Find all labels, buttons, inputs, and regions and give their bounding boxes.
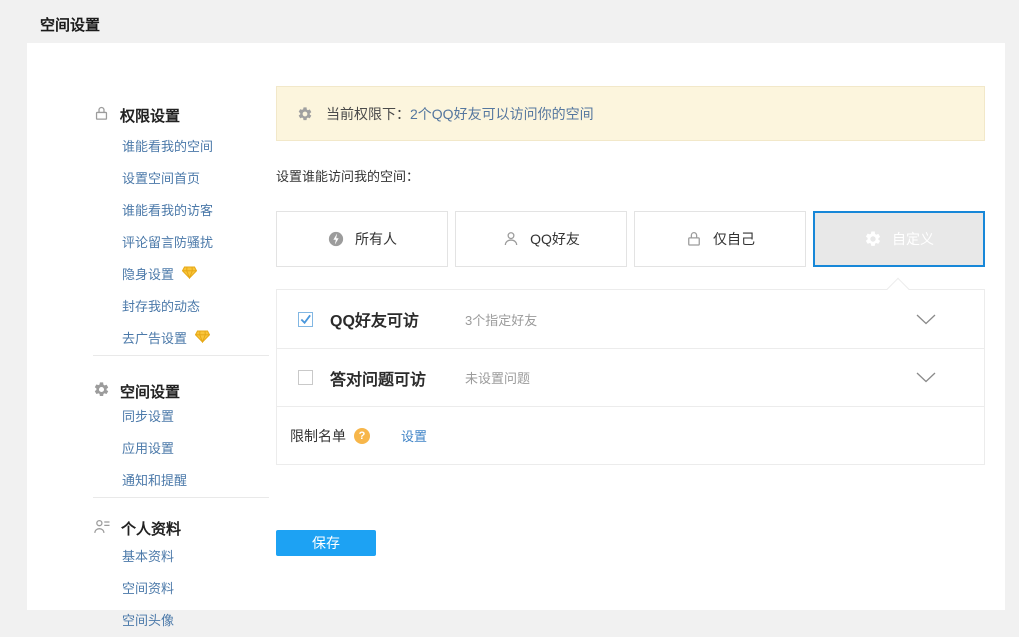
access-option-label: 仅自己 bbox=[713, 229, 755, 249]
sidebar-item-comment-antispam[interactable]: 评论留言防骚扰 bbox=[122, 227, 269, 259]
notice-text: 当前权限下：2个QQ好友可以访问你的空间 bbox=[326, 104, 594, 124]
access-option-label: 自定义 bbox=[892, 229, 934, 249]
restricted-list-row: 限制名单 ? 设置 bbox=[277, 406, 984, 464]
row-detail: 未设置问题 bbox=[465, 368, 530, 387]
sidebar-item-label: 设置空间首页 bbox=[122, 163, 200, 195]
sidebar-list-profile: 基本资料 空间资料 空间头像 bbox=[122, 541, 269, 637]
save-button[interactable]: 保存 bbox=[276, 530, 376, 556]
sidebar-item-label: 谁能看我的空间 bbox=[122, 131, 213, 163]
sidebar-item-label: 基本资料 bbox=[122, 541, 174, 573]
qq-friends-access-checkbox[interactable] bbox=[298, 312, 313, 327]
row-detail: 3个指定好友 bbox=[465, 310, 537, 329]
access-option-everyone[interactable]: 所有人 bbox=[276, 211, 448, 267]
sidebar-section-title: 空间设置 bbox=[120, 381, 180, 402]
lock-icon bbox=[93, 105, 110, 126]
access-option-qq-friends[interactable]: QQ好友 bbox=[455, 211, 627, 267]
sidebar-divider bbox=[93, 355, 269, 356]
lock-icon bbox=[685, 230, 703, 248]
diamond-icon bbox=[195, 323, 210, 355]
sidebar-item-label: 空间资料 bbox=[122, 573, 174, 605]
restricted-list-set-link[interactable]: 设置 bbox=[401, 426, 427, 445]
sidebar-item-homepage-setting[interactable]: 设置空间首页 bbox=[122, 163, 269, 195]
sidebar-item-label: 隐身设置 bbox=[122, 259, 174, 291]
gear-icon bbox=[93, 381, 110, 402]
access-option-label: 所有人 bbox=[355, 229, 397, 249]
sidebar-item-basic-profile[interactable]: 基本资料 bbox=[122, 541, 269, 573]
sidebar-item-space-avatar[interactable]: 空间头像 bbox=[122, 605, 269, 637]
sidebar-item-label: 封存我的动态 bbox=[122, 291, 200, 323]
notice-highlight: 2个QQ好友可以访问你的空间 bbox=[410, 106, 594, 122]
access-option-row: 所有人 QQ好友 仅自己 自定义 bbox=[276, 211, 985, 267]
access-option-label: QQ好友 bbox=[530, 229, 580, 249]
row-label: 答对问题可访 bbox=[330, 366, 465, 390]
sidebar-item-label: 应用设置 bbox=[122, 433, 174, 465]
help-icon[interactable]: ? bbox=[354, 428, 370, 444]
access-setting-label: 设置谁能访问我的空间： bbox=[276, 166, 419, 185]
sidebar-item-label: 谁能看我的访客 bbox=[122, 195, 213, 227]
row-label: QQ好友可访 bbox=[330, 307, 465, 331]
sidebar-item-who-can-see-my-space[interactable]: 谁能看我的空间 bbox=[122, 131, 269, 163]
sidebar-item-who-can-see-my-visitors[interactable]: 谁能看我的访客 bbox=[122, 195, 269, 227]
sidebar-item-archive-my-feeds[interactable]: 封存我的动态 bbox=[122, 291, 269, 323]
diamond-icon bbox=[182, 259, 197, 291]
restricted-list-label: 限制名单 bbox=[290, 426, 346, 446]
sidebar-item-ad-removal-setting[interactable]: 去广告设置 bbox=[122, 323, 269, 355]
sidebar-list-permissions: 谁能看我的空间 设置空间首页 谁能看我的访客 评论留言防骚扰 隐身设置 封存我的… bbox=[122, 131, 269, 355]
person-icon bbox=[502, 230, 520, 248]
chevron-down-icon[interactable] bbox=[916, 372, 936, 383]
sidebar-item-label: 评论留言防骚扰 bbox=[122, 227, 213, 259]
sidebar-section-profile: 个人资料 bbox=[93, 519, 269, 537]
page-title: 空间设置 bbox=[40, 14, 100, 35]
sidebar-item-label: 同步设置 bbox=[122, 401, 174, 433]
gear-icon bbox=[297, 106, 313, 122]
profile-icon bbox=[93, 518, 111, 539]
sidebar-section-title: 权限设置 bbox=[120, 105, 180, 126]
custom-access-panel: QQ好友可访 3个指定好友 答对问题可访 未设置问题 限制名单 ? 设置 bbox=[276, 289, 985, 465]
sidebar-item-app-settings[interactable]: 应用设置 bbox=[122, 433, 269, 465]
sidebar: 权限设置 谁能看我的空间 设置空间首页 谁能看我的访客 评论留言防骚扰 隐身设置… bbox=[93, 106, 269, 637]
globe-icon bbox=[327, 230, 345, 248]
question-access-checkbox[interactable] bbox=[298, 370, 313, 385]
access-option-only-me[interactable]: 仅自己 bbox=[634, 211, 806, 267]
notice-prefix: 当前权限下： bbox=[326, 106, 410, 122]
sidebar-section-title: 个人资料 bbox=[121, 518, 181, 539]
question-access-row: 答对问题可访 未设置问题 bbox=[277, 348, 984, 406]
sidebar-item-label: 通知和提醒 bbox=[122, 465, 187, 497]
access-option-custom[interactable]: 自定义 bbox=[813, 211, 985, 267]
sidebar-item-label: 空间头像 bbox=[122, 605, 174, 637]
sidebar-item-space-profile[interactable]: 空间资料 bbox=[122, 573, 269, 605]
sidebar-item-invisible-setting[interactable]: 隐身设置 bbox=[122, 259, 269, 291]
sidebar-item-label: 去广告设置 bbox=[122, 323, 187, 355]
chevron-down-icon[interactable] bbox=[916, 314, 936, 325]
sidebar-item-notifications[interactable]: 通知和提醒 bbox=[122, 465, 269, 497]
qq-friends-access-row: QQ好友可访 3个指定好友 bbox=[277, 290, 984, 348]
permission-notice-banner: 当前权限下：2个QQ好友可以访问你的空间 bbox=[276, 86, 985, 141]
sidebar-divider bbox=[93, 497, 269, 498]
gear-icon bbox=[864, 230, 882, 248]
sidebar-list-space-settings: 同步设置 应用设置 通知和提醒 bbox=[122, 401, 269, 497]
sidebar-section-space-settings: 空间设置 bbox=[93, 382, 269, 400]
sidebar-item-sync-settings[interactable]: 同步设置 bbox=[122, 401, 269, 433]
sidebar-section-permissions: 权限设置 bbox=[93, 106, 269, 124]
